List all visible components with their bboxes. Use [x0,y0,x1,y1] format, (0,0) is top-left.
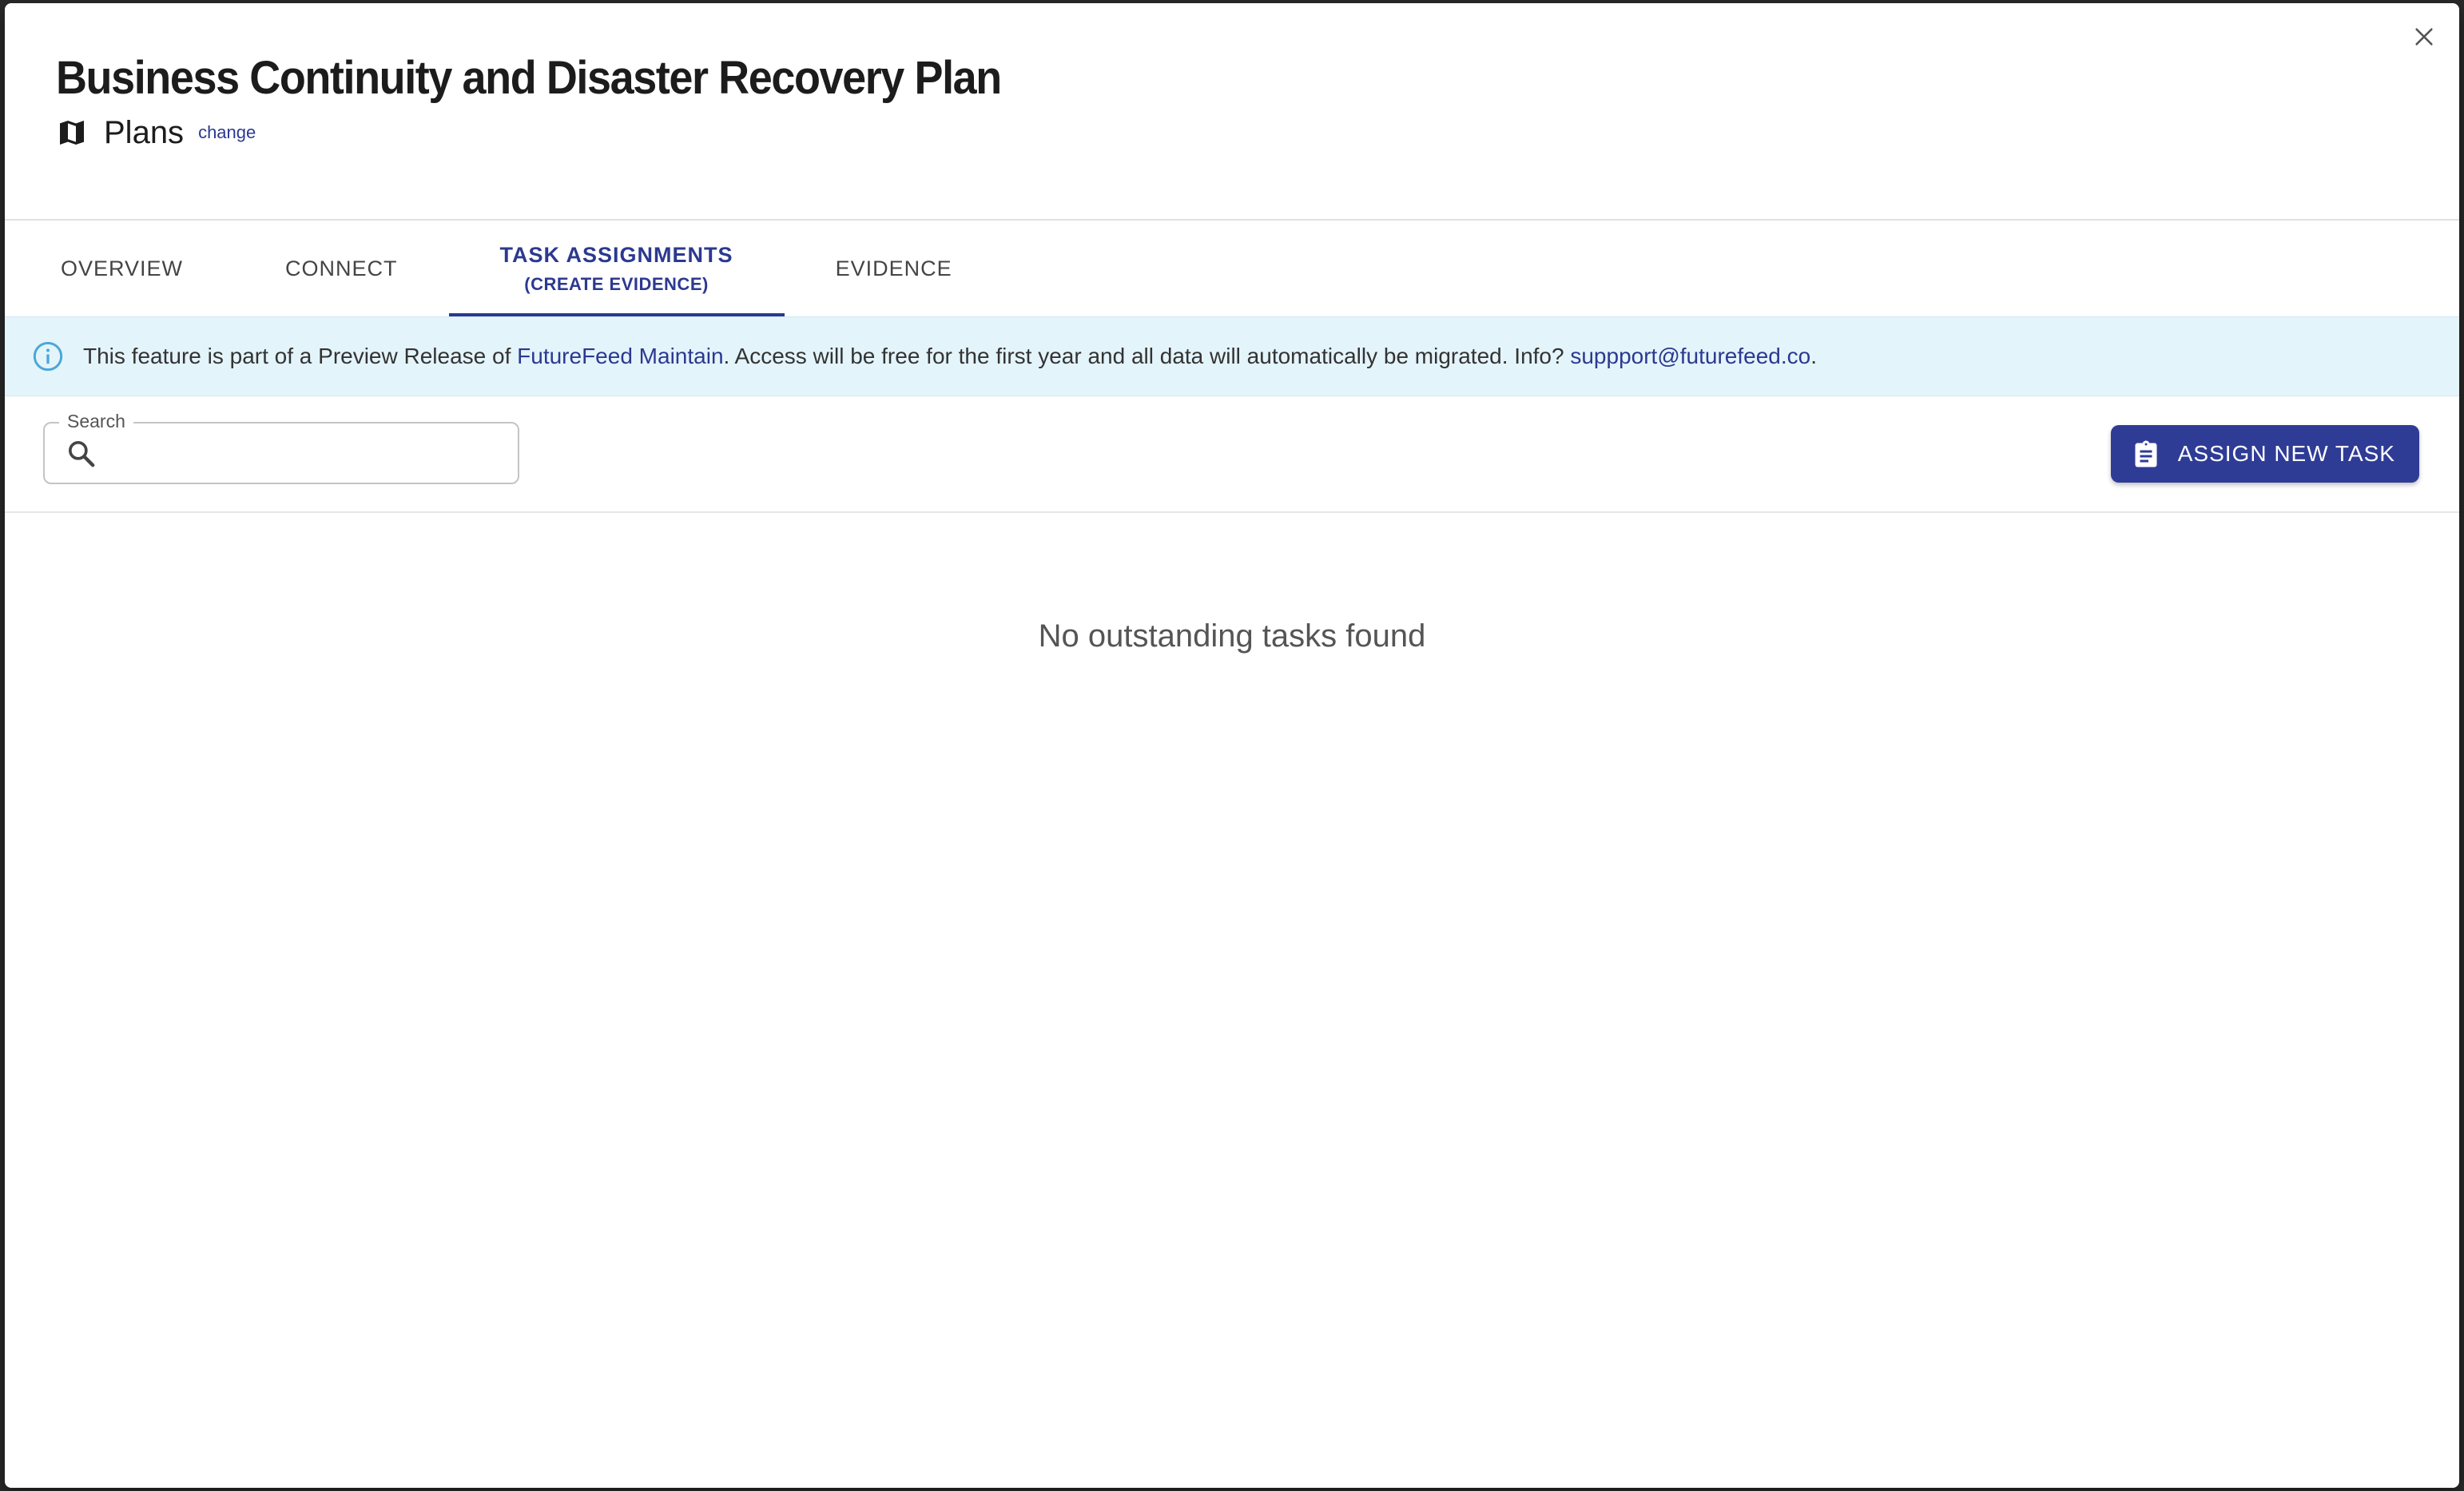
assign-new-task-label: ASSIGN NEW TASK [2177,441,2395,466]
clipboard-icon [2135,440,2157,467]
category-row: Plans change [56,115,1072,151]
close-icon [2415,28,2433,46]
tab-connect-label: CONNECT [285,256,398,280]
tab-overview-label: OVERVIEW [61,256,184,280]
tab-evidence[interactable]: EVIDENCE [785,221,1003,316]
preview-info-banner: This feature is part of a Preview Releas… [5,316,2459,396]
search-input[interactable] [109,435,503,475]
tab-bar: OVERVIEW CONNECT TASK ASSIGNMENTS (CREAT… [61,221,1003,316]
empty-state-message: No outstanding tasks found [1038,618,1426,654]
change-category-link[interactable]: change [198,122,256,143]
category-label: Plans [104,114,185,150]
banner-text-1: This feature is part of a Preview Releas… [83,344,518,368]
info-icon [33,341,63,372]
tab-task-assignments-sublabel: (CREATE EVIDENCE) [524,273,709,294]
banner-text-2: . Access will be free for the first year… [723,344,1571,368]
tab-evidence-label: EVIDENCE [835,256,952,280]
plan-dialog: Business Continuity and Disaster Recover… [5,3,2459,1488]
search-label: Search [59,411,133,432]
tab-connect[interactable]: CONNECT [234,221,449,316]
futurefeed-maintain-link[interactable]: FutureFeed Maintain [517,344,723,368]
banner-message: This feature is part of a Preview Releas… [83,344,1817,369]
search-field[interactable]: Search [43,411,519,484]
dialog-header: Business Continuity and Disaster Recover… [56,53,1072,151]
tab-task-assignments-label: TASK ASSIGNMENTS [499,242,733,267]
tab-overview[interactable]: OVERVIEW [11,221,234,316]
dialog-title: Business Continuity and Disaster Recover… [56,52,1002,104]
close-button[interactable] [2408,21,2440,53]
tab-task-assignments[interactable]: TASK ASSIGNMENTS (CREATE EVIDENCE) [448,221,785,316]
support-email-link[interactable]: suppport@futurefeed.co [1570,344,1810,368]
assign-new-task-button[interactable]: ASSIGN NEW TASK [2110,425,2419,483]
task-toolbar: Search ASSIGN NEW TASK [5,396,2459,513]
banner-text-3: . [1810,344,1817,368]
map-icon [56,117,88,149]
search-icon [69,441,95,467]
